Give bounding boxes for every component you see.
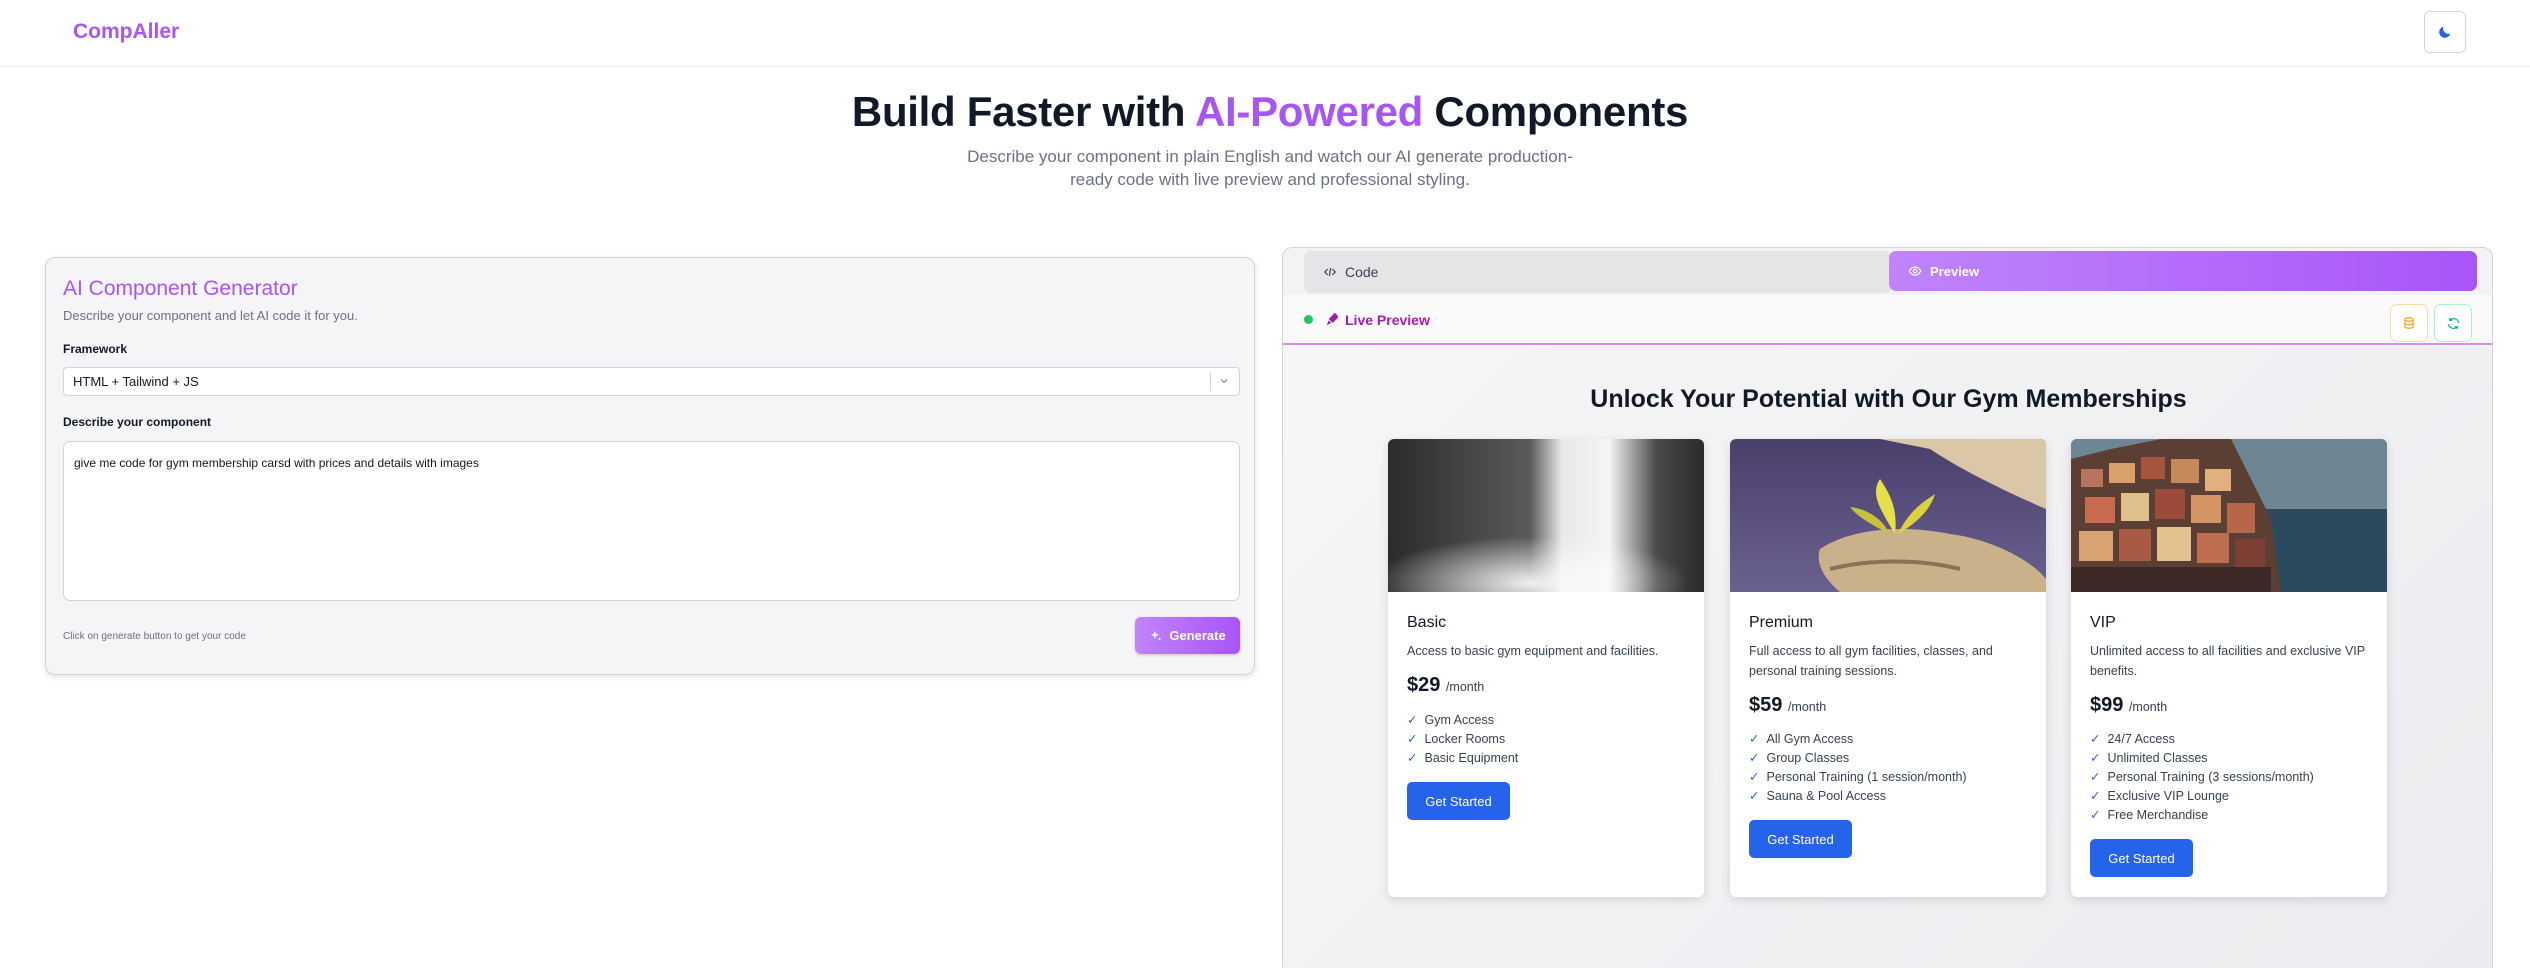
tab-preview[interactable]: Preview bbox=[1889, 251, 2477, 291]
gym-heading: Unlock Your Potential with Our Gym Membe… bbox=[1590, 385, 2187, 413]
check-icon: ✓ bbox=[1407, 751, 1418, 765]
brand-logo[interactable]: CompAller bbox=[73, 20, 179, 44]
plan-price: $59 /month bbox=[1749, 694, 1827, 716]
list-item: ✓ Unlimited Classes bbox=[2090, 751, 2208, 765]
plan-feature-list: ✓ 24/7 Access ✓ Unlimited Classes ✓ Persona… bbox=[2090, 730, 2314, 825]
theme-toggle-button[interactable] bbox=[2424, 11, 2466, 53]
plan-card-vip: VIP Unlimited access to all facilities a… bbox=[2071, 439, 2387, 897]
plan-description: Access to basic gym equipment and facili… bbox=[1407, 644, 1659, 658]
eye-icon bbox=[1908, 266, 1922, 276]
chevron-down-icon bbox=[1220, 379, 1228, 384]
get-started-button[interactable]: Get Started bbox=[2090, 839, 2193, 877]
check-icon: ✓ bbox=[2090, 789, 2101, 803]
code-icon bbox=[1323, 267, 1337, 277]
plan-name: Premium bbox=[1749, 614, 1814, 631]
generator-title: AI Component Generator bbox=[63, 277, 298, 300]
prompt-textarea[interactable]: give me code for gym membership carsd wi… bbox=[63, 441, 1240, 601]
check-icon: ✓ bbox=[2090, 732, 2101, 746]
moon-icon bbox=[2439, 26, 2451, 38]
get-started-button[interactable]: Get Started bbox=[1407, 782, 1510, 820]
check-icon: ✓ bbox=[2090, 751, 2101, 765]
check-icon: ✓ bbox=[1749, 751, 1760, 765]
select-divider bbox=[1210, 372, 1211, 391]
tab-preview-label: Preview bbox=[1930, 263, 1980, 279]
framework-value: HTML + Tailwind + JS bbox=[73, 374, 199, 389]
sparkles-icon bbox=[1151, 630, 1162, 641]
list-item: ✓ Gym Access bbox=[1407, 713, 1494, 727]
framework-select[interactable]: HTML + Tailwind + JS bbox=[63, 367, 1240, 396]
check-icon: ✓ bbox=[1407, 713, 1418, 727]
tab-code-label: Code bbox=[1345, 264, 1379, 280]
rocket-icon bbox=[1326, 313, 1338, 325]
plan-description: Unlimited access to all facilities and e… bbox=[2090, 644, 2365, 678]
plan-feature-list: ✓ Gym Access ✓ Locker Rooms ✓ Basic Equipme… bbox=[1407, 711, 1518, 768]
generate-button[interactable]: Generate bbox=[1135, 617, 1240, 654]
live-preview-bar: Live Preview bbox=[1283, 295, 2492, 345]
check-icon: ✓ bbox=[1749, 732, 1760, 746]
generator-description: Describe your component and let AI code … bbox=[63, 308, 358, 323]
list-item: ✓ Sauna & Pool Access bbox=[1749, 789, 1887, 803]
list-item: ✓ Exclusive VIP Lounge bbox=[2090, 789, 2229, 803]
generate-hint: Click on generate button to get your cod… bbox=[63, 631, 246, 642]
check-icon: ✓ bbox=[2090, 770, 2101, 784]
list-item: ✓ Personal Training (3 sessions/month) bbox=[2090, 770, 2314, 784]
plan-price: $29 /month bbox=[1407, 674, 1485, 696]
plan-image bbox=[1388, 439, 1704, 592]
database-icon bbox=[2404, 317, 2414, 329]
hero-title-accent: AI-Powered bbox=[1195, 88, 1424, 135]
check-icon: ✓ bbox=[1749, 789, 1760, 803]
list-item: ✓ Group Classes bbox=[1749, 751, 1850, 765]
generate-button-label: Generate bbox=[1169, 628, 1226, 643]
plan-card-premium: Premium Full access to all gym facilitie… bbox=[1730, 439, 2046, 897]
top-navbar: CompAller bbox=[0, 0, 2530, 67]
hero-subtitle: Describe your component in plain English… bbox=[967, 147, 1573, 189]
live-preview-label: Live Preview bbox=[1345, 312, 1430, 328]
get-started-button[interactable]: Get Started bbox=[1749, 820, 1852, 858]
preview-canvas: Unlock Your Potential with Our Gym Membe… bbox=[1283, 347, 2492, 968]
framework-label: Framework bbox=[63, 342, 128, 356]
hero-title: Build Faster with AI-Powered Components bbox=[851, 88, 1689, 135]
list-item: ✓ 24/7 Access bbox=[2090, 732, 2175, 746]
live-status-dot bbox=[1304, 315, 1313, 324]
list-item: ✓ Personal Training (1 session/month) bbox=[1749, 770, 1967, 784]
check-icon: ✓ bbox=[1749, 770, 1760, 784]
output-panel: Code Preview Live Preview Unlock Your Po… bbox=[1282, 247, 2493, 968]
plan-feature-list: ✓ All Gym Access ✓ Group Classes ✓ Personal… bbox=[1749, 730, 1967, 806]
list-item: ✓ Free Merchandise bbox=[2090, 808, 2209, 822]
list-item: ✓ All Gym Access bbox=[1749, 732, 1854, 746]
plan-image bbox=[1730, 439, 2046, 592]
describe-label: Describe your component bbox=[63, 415, 212, 429]
list-item: ✓ Basic Equipment bbox=[1407, 751, 1519, 765]
check-icon: ✓ bbox=[2090, 808, 2101, 822]
database-button[interactable] bbox=[2390, 304, 2428, 342]
refresh-icon bbox=[2447, 317, 2459, 329]
plan-name: VIP bbox=[2090, 614, 2116, 631]
plan-card-basic: Basic Access to basic gym equipment and … bbox=[1388, 439, 1704, 897]
generator-card: AI Component Generator Describe your com… bbox=[45, 257, 1255, 675]
check-icon: ✓ bbox=[1407, 732, 1418, 746]
refresh-button[interactable] bbox=[2434, 304, 2472, 342]
list-item: ✓ Locker Rooms bbox=[1407, 732, 1506, 746]
plan-description: Full access to all gym facilities, class… bbox=[1749, 644, 1993, 678]
plan-name: Basic bbox=[1407, 614, 1447, 631]
plan-image bbox=[2071, 439, 2387, 592]
plan-price: $99 /month bbox=[2090, 694, 2168, 716]
tab-code[interactable]: Code bbox=[1304, 251, 1892, 293]
